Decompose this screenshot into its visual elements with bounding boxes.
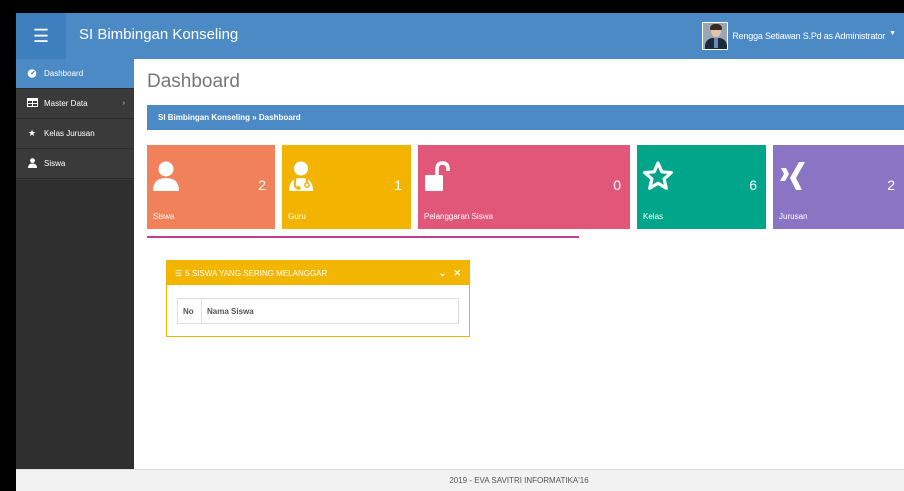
offenders-table: No Nama Siswa [177, 298, 459, 324]
collapse-icon[interactable]: ⌄ [439, 268, 447, 279]
frequent-offenders-widget: ☰ 5 SISWA YANG SERING MELANGGAR ⌄ ✕ No N… [166, 260, 470, 337]
footer: 2019 - EVA SAVITRI INFORMATIKA'16 [16, 469, 904, 491]
column-header-no: No [177, 298, 202, 324]
stat-label: Jurusan [779, 212, 808, 221]
stat-count: 1 [394, 177, 402, 193]
doctor-icon [289, 161, 313, 191]
unlock-icon [425, 161, 450, 191]
sidebar-item-label: Kelas Jurusan [44, 129, 95, 138]
stat-count: 0 [613, 177, 621, 193]
stat-count: 6 [749, 177, 757, 193]
stat-card-siswa[interactable]: 2 Siswa [147, 145, 275, 229]
sidebar-item-label: Siswa [44, 159, 66, 168]
close-icon[interactable]: ✕ [453, 268, 461, 279]
sidebar-item-dashboard[interactable]: Dashboard [16, 59, 134, 89]
sidebar-background [16, 180, 134, 469]
divider [147, 236, 579, 238]
stat-label: Kelas [643, 212, 664, 221]
chevron-right-icon: › [122, 100, 125, 107]
user-icon [26, 157, 38, 170]
sidebar-item-kelas-jurusan[interactable]: ★ Kelas Jurusan [16, 119, 134, 149]
stat-label: Pelanggaran Siswa [424, 212, 493, 221]
stat-card-jurusan[interactable]: 2 Jurusan [773, 145, 904, 229]
breadcrumb: SI Bimbingan Konseling » Dashboard [147, 105, 904, 130]
page-title: Dashboard [147, 71, 240, 92]
app-window: ☰ SI Bimbingan Konseling Rengga Setiawan… [16, 13, 904, 491]
user-menu[interactable]: Rengga Setiawan S.Pd as Administrator ▼ [702, 22, 896, 50]
widget-title: 5 SISWA YANG SERING MELANGGAR [185, 268, 328, 278]
hamburger-icon[interactable]: ☰ [16, 13, 66, 59]
avatar [702, 22, 729, 50]
stat-card-guru[interactable]: 1 Guru [282, 145, 411, 229]
list-icon: ☰ [175, 268, 183, 278]
stat-count: 2 [258, 177, 266, 193]
top-navbar: ☰ SI Bimbingan Konseling Rengga Setiawan… [16, 13, 904, 59]
user-name: Rengga Setiawan S.Pd as Administrator [732, 31, 886, 41]
widget-header: ☰ 5 SISWA YANG SERING MELANGGAR ⌄ ✕ [167, 261, 469, 285]
dashboard-icon [26, 68, 38, 80]
sidebar-item-siswa[interactable]: Siswa [16, 149, 134, 179]
column-header-nama-siswa: Nama Siswa [201, 298, 459, 324]
xing-icon [780, 162, 805, 190]
star-icon: ★ [27, 128, 37, 138]
stat-count: 2 [887, 177, 895, 193]
table-header-row: No Nama Siswa [177, 298, 459, 324]
sidebar-item-master-data[interactable]: Master Data › [16, 89, 134, 119]
table-icon [26, 98, 38, 109]
sidebar-item-label: Master Data [44, 99, 88, 108]
user-icon [153, 161, 179, 191]
sidebar: Dashboard Master Data › ★ Kelas Jurusan … [16, 59, 134, 469]
stat-card-pelanggaran-siswa[interactable]: 0 Pelanggaran Siswa [418, 145, 630, 229]
star-icon [643, 161, 673, 190]
stat-label: Guru [288, 212, 306, 221]
stat-card-kelas[interactable]: 6 Kelas [637, 145, 766, 229]
app-title[interactable]: SI Bimbingan Konseling [79, 26, 238, 43]
caret-down-icon: ▼ [889, 29, 896, 37]
sidebar-item-label: Dashboard [44, 69, 84, 78]
stat-label: Siswa [153, 212, 175, 221]
